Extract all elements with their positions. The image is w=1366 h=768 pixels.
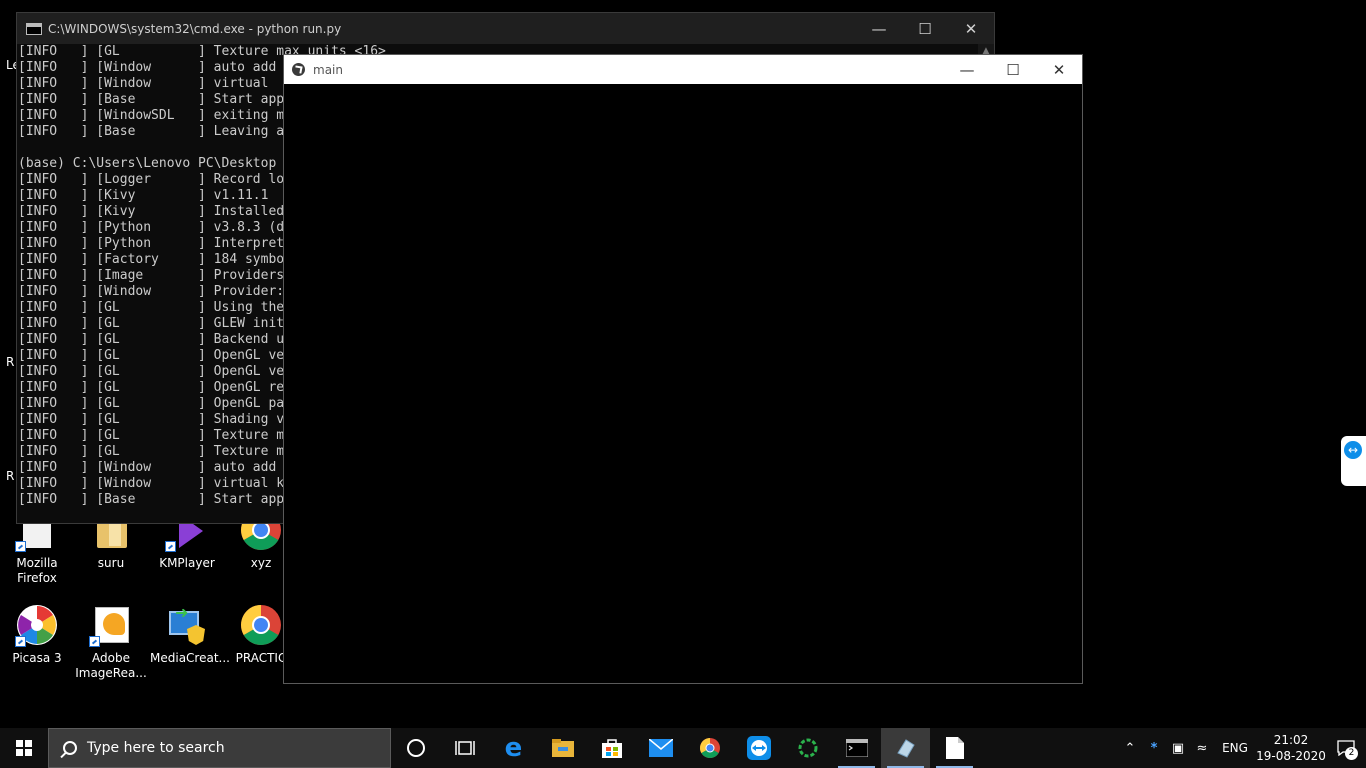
- chrome-taskbar-button[interactable]: [685, 728, 734, 768]
- notification-count-badge: 2: [1345, 747, 1358, 760]
- notepad-taskbar-button[interactable]: [930, 728, 979, 768]
- store-taskbar-button[interactable]: [587, 728, 636, 768]
- chevron-up-icon[interactable]: ⌃: [1118, 741, 1142, 756]
- desktop-icon-label: MediaCreat...: [150, 651, 230, 665]
- clock-time: 21:02: [1273, 733, 1309, 747]
- cmd-app-icon: [26, 22, 42, 35]
- edge-icon: e: [504, 733, 523, 763]
- search-placeholder: Type here to search: [87, 740, 225, 756]
- start-button[interactable]: [0, 728, 48, 768]
- clock-date: 19-08-2020: [1256, 749, 1326, 763]
- mail-taskbar-button[interactable]: [636, 728, 685, 768]
- task-view-icon: [454, 741, 475, 755]
- desktop-icon-label: xyz: [250, 556, 272, 570]
- notepad-icon: [945, 737, 964, 759]
- teamviewer-side-tab[interactable]: [1341, 436, 1366, 486]
- kivy-titlebar[interactable]: main — ☐ ✕: [284, 55, 1082, 84]
- taskbar-clock[interactable]: 21:02 19-08-2020: [1256, 732, 1326, 764]
- mail-icon: [648, 739, 673, 757]
- kivy-main-window[interactable]: main — ☐ ✕: [283, 54, 1083, 684]
- chrome-icon: [239, 603, 283, 647]
- kivy-close-button[interactable]: ✕: [1036, 55, 1082, 84]
- kivy-logo-icon: [292, 63, 305, 76]
- desktop-edge-label: R: [6, 355, 15, 369]
- kivy-minimize-button[interactable]: —: [944, 55, 990, 84]
- kivy-app-icon: [896, 739, 915, 758]
- desktop-icon-adobe-imageready[interactable]: Adobe ImageRea...: [74, 603, 148, 681]
- picasa-icon: [15, 603, 59, 647]
- desktop-icon-label: KMPlayer: [159, 556, 215, 570]
- taskbar-search-box[interactable]: Type here to search: [48, 728, 391, 768]
- bluetooth-icon[interactable]: *: [1142, 741, 1166, 756]
- desktop-icon-label: PRACTIC: [235, 651, 287, 665]
- desktop-icon-label: Mozilla Firefox: [16, 556, 58, 585]
- cmd-minimize-button[interactable]: —: [856, 13, 902, 44]
- kivy-app-taskbar-button[interactable]: [881, 728, 930, 768]
- desktop-icon-label: Adobe ImageRea...: [75, 651, 147, 680]
- taskbar: Type here to search e ⌃ * ▣ ≈ ENG 21:02 …: [0, 728, 1366, 768]
- cortana-icon: [406, 739, 425, 757]
- cmd-icon: [845, 739, 868, 757]
- language-indicator[interactable]: ENG: [1220, 741, 1250, 755]
- teamviewer-icon: [746, 736, 771, 760]
- cmd-titlebar[interactable]: C:\WINDOWS\system32\cmd.exe - python run…: [17, 13, 994, 44]
- cortana-button[interactable]: [391, 728, 440, 768]
- desktop-icon-picasa[interactable]: Picasa 3: [0, 603, 74, 666]
- cmd-window-title: C:\WINDOWS\system32\cmd.exe - python run…: [48, 21, 342, 36]
- desktop-icon-media-creation[interactable]: ➜ MediaCreat...: [150, 603, 230, 666]
- desktop-icon-label: suru: [97, 556, 125, 570]
- edge-taskbar-button[interactable]: e: [489, 728, 538, 768]
- media-creation-icon: ➜: [165, 603, 209, 647]
- action-center-button[interactable]: 2: [1326, 728, 1366, 768]
- kivy-window-title: main: [313, 62, 343, 77]
- kivy-maximize-button[interactable]: ☐: [990, 55, 1036, 84]
- cmd-taskbar-button[interactable]: [832, 728, 881, 768]
- teamviewer-taskbar-button[interactable]: [734, 728, 783, 768]
- teamviewer-icon: [1344, 441, 1362, 459]
- file-explorer-taskbar-button[interactable]: [538, 728, 587, 768]
- loading-taskbar-button[interactable]: [783, 728, 832, 768]
- store-icon: [601, 739, 622, 758]
- search-icon: [63, 741, 77, 755]
- kivy-canvas[interactable]: [284, 84, 1082, 683]
- adobe-imageready-icon: [89, 603, 133, 647]
- windows-logo-icon: [16, 740, 32, 756]
- desktop-edge-label: R: [6, 469, 15, 483]
- wifi-icon[interactable]: ≈: [1190, 741, 1214, 756]
- chrome-icon: [699, 738, 720, 758]
- file-explorer-icon: [551, 739, 574, 757]
- loading-ring-icon: [798, 738, 817, 758]
- system-tray: ⌃ * ▣ ≈ ENG 21:02 19-08-2020 2: [1118, 728, 1366, 768]
- desktop-icon-label: Picasa 3: [12, 651, 62, 665]
- cmd-maximize-button[interactable]: ☐: [902, 13, 948, 44]
- task-view-button[interactable]: [440, 728, 489, 768]
- cmd-close-button[interactable]: ✕: [948, 13, 994, 44]
- network-adapter-icon[interactable]: ▣: [1166, 741, 1190, 756]
